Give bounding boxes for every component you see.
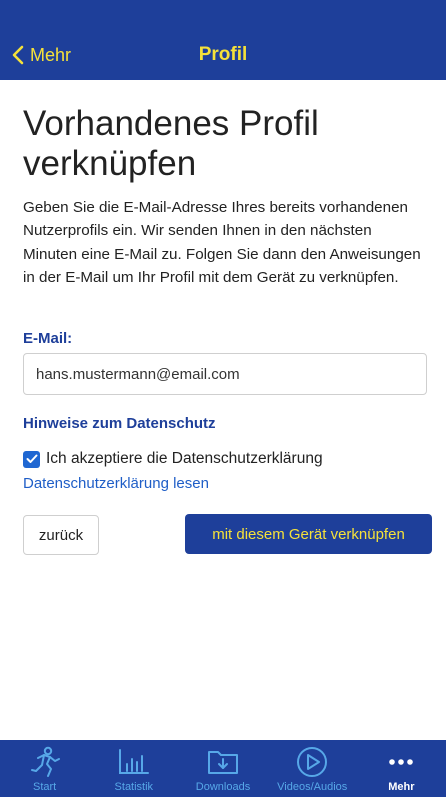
tab-videos-audios-label: Videos/Audios <box>277 781 348 793</box>
email-field-value: hans.mustermann@email.com <box>36 365 240 383</box>
tab-bar: Start Statistik Downloads Videos/Audios … <box>0 740 446 797</box>
tab-start-label: Start <box>32 781 57 793</box>
page-title: Vorhandenes Profil verknüpfen <box>23 104 319 183</box>
runner-icon <box>30 746 60 777</box>
back-form-button[interactable]: zurück <box>23 515 99 555</box>
consent-label: Ich akzeptiere die Datenschutzerklärung <box>46 450 323 467</box>
tab-downloads[interactable]: Downloads <box>178 740 267 797</box>
status-bar <box>0 0 446 30</box>
consent-row[interactable]: Ich akzeptiere die Datenschutzerklärung <box>23 450 323 468</box>
email-label: E-Mail: <box>23 330 73 347</box>
tab-videos-audios[interactable]: Videos/Audios <box>268 740 357 797</box>
privacy-link[interactable]: Datenschutzerklärung lesen <box>23 475 209 492</box>
navigation-bar: Mehr Profil <box>0 30 446 80</box>
link-device-button[interactable]: mit diesem Gerät verknüpfen <box>185 514 432 554</box>
download-folder-icon <box>208 751 238 774</box>
email-field[interactable]: hans.mustermann@email.com <box>23 353 427 395</box>
tab-start[interactable]: Start <box>0 740 89 797</box>
tab-mehr[interactable]: Mehr <box>357 740 446 797</box>
tab-statistik[interactable]: Statistik <box>89 740 178 797</box>
consent-checkbox[interactable] <box>23 450 40 468</box>
chevron-left-icon <box>12 45 24 65</box>
bar-chart-icon <box>118 749 149 774</box>
tab-mehr-label: Mehr <box>388 781 415 793</box>
checkmark-icon <box>26 454 37 463</box>
more-dots-icon <box>389 759 414 765</box>
privacy-heading: Hinweise zum Datenschutz <box>23 415 216 432</box>
play-icon <box>297 747 328 777</box>
tab-statistik-label: Statistik <box>114 781 154 793</box>
back-button[interactable]: Mehr <box>12 30 71 80</box>
back-label: Mehr <box>30 44 72 65</box>
tab-downloads-label: Downloads <box>195 781 251 793</box>
page-description: Geben Sie die E-Mail-Adresse Ihres berei… <box>23 199 421 287</box>
